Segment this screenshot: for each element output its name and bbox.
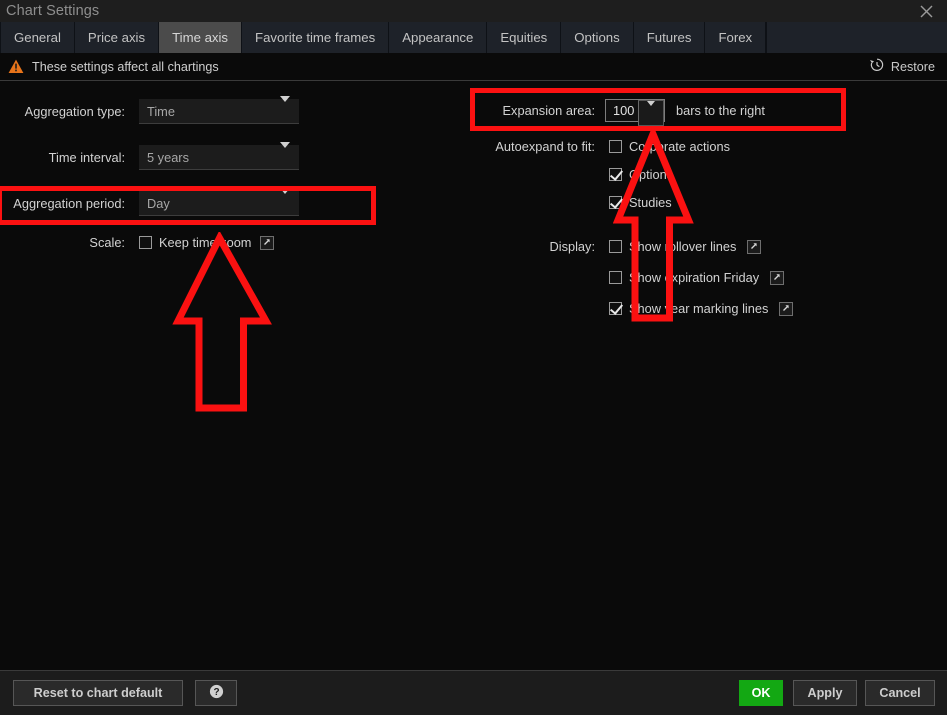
restore-label: Restore	[891, 60, 935, 74]
show-expiration-friday-checkbox[interactable]	[609, 271, 622, 284]
apply-button[interactable]: Apply	[793, 680, 857, 706]
popout-arrow-icon	[262, 234, 272, 252]
dialog-footer: Reset to chart default ? OK Apply Cancel	[0, 670, 947, 715]
show-year-marking-lines-checkbox[interactable]	[609, 302, 622, 315]
keep-time-zoom-popout-button[interactable]	[260, 236, 274, 250]
history-clock-icon	[869, 57, 885, 76]
tab-label: Futures	[647, 30, 692, 45]
popout-arrow-icon	[772, 269, 782, 287]
reset-button-label: Reset to chart default	[34, 686, 163, 700]
chart-settings-dialog: Chart Settings General Price axis Time a…	[0, 0, 947, 715]
chevron-down-icon	[280, 102, 290, 120]
help-button[interactable]: ?	[195, 680, 237, 706]
tab-favorite-time-frames[interactable]: Favorite time frames	[242, 22, 389, 53]
close-button[interactable]	[915, 2, 937, 20]
tab-options[interactable]: Options	[561, 22, 633, 53]
display-label: Display:	[430, 239, 595, 254]
aggregation-period-select[interactable]: Day	[139, 191, 299, 216]
autoexpand-label: Autoexpand to fit:	[430, 139, 595, 154]
time-interval-row: Time interval: 5 years	[0, 145, 310, 170]
tab-label: Options	[574, 30, 619, 45]
aggregation-period-value: Day	[139, 196, 170, 211]
expansion-area-suffix: bars to the right	[676, 103, 765, 118]
show-rollover-lines-checkbox[interactable]	[609, 240, 622, 253]
tab-appearance[interactable]: Appearance	[389, 22, 487, 53]
settings-notice-text: These settings affect all chartings	[32, 60, 219, 74]
autoexpand-options-checkbox[interactable]	[609, 168, 622, 181]
display-row-2: Show expiration Friday	[430, 270, 784, 285]
expansion-area-select[interactable]: 100	[605, 99, 665, 122]
expansion-area-value: 100	[606, 103, 634, 118]
chevron-down-icon	[280, 148, 290, 166]
autoexpand-corporate-actions-checkbox[interactable]	[609, 140, 622, 153]
chevron-down-icon	[280, 194, 290, 212]
ok-button[interactable]: OK	[739, 680, 783, 706]
show-rollover-lines-label: Show rollover lines	[629, 239, 736, 254]
popout-arrow-icon	[781, 300, 791, 318]
autoexpand-corporate-actions-label: Corporate actions	[629, 139, 730, 154]
tab-label: General	[14, 30, 61, 45]
expansion-area-dropdown-button[interactable]	[638, 100, 664, 126]
warning-triangle-icon	[8, 59, 24, 74]
tab-label: Favorite time frames	[255, 30, 375, 45]
cancel-button-label: Cancel	[879, 686, 920, 700]
scale-row: Scale: Keep time zoom	[0, 235, 310, 250]
aggregation-type-value: Time	[139, 104, 175, 119]
aggregation-period-row: Aggregation period: Day	[0, 191, 310, 216]
svg-text:?: ?	[213, 687, 219, 698]
window-title: Chart Settings	[0, 3, 99, 19]
tab-futures[interactable]: Futures	[634, 22, 706, 53]
aggregation-type-label: Aggregation type:	[0, 104, 125, 119]
cancel-button[interactable]: Cancel	[865, 680, 935, 706]
autoexpand-row-3: Studies	[430, 195, 672, 210]
settings-body: Aggregation type: Time Time interval: 5 …	[0, 82, 947, 670]
time-interval-select[interactable]: 5 years	[139, 145, 299, 170]
tab-price-axis[interactable]: Price axis	[75, 22, 159, 53]
chevron-down-icon	[647, 106, 655, 120]
autoexpand-studies-label: Studies	[629, 195, 672, 210]
apply-button-label: Apply	[808, 686, 843, 700]
show-year-marking-lines-popout-button[interactable]	[779, 302, 793, 316]
display-row-1: Display: Show rollover lines	[430, 239, 761, 254]
show-expiration-friday-popout-button[interactable]	[770, 271, 784, 285]
tab-label: Time axis	[172, 30, 228, 45]
show-year-marking-lines-label: Show year marking lines	[629, 301, 768, 316]
autoexpand-row-1: Autoexpand to fit: Corporate actions	[430, 139, 730, 154]
display-row-3: Show year marking lines	[430, 301, 793, 316]
tab-time-axis[interactable]: Time axis	[159, 22, 242, 53]
time-interval-value: 5 years	[139, 150, 189, 165]
show-expiration-friday-label: Show expiration Friday	[629, 270, 759, 285]
tab-label: Price axis	[88, 30, 145, 45]
tab-label: Forex	[718, 30, 752, 45]
question-mark-icon: ?	[209, 684, 224, 702]
autoexpand-studies-checkbox[interactable]	[609, 196, 622, 209]
tab-forex[interactable]: Forex	[705, 22, 766, 53]
reset-to-chart-default-button[interactable]: Reset to chart default	[13, 680, 183, 706]
aggregation-type-row: Aggregation type: Time	[0, 99, 310, 124]
settings-notice-bar: These settings affect all chartings Rest…	[0, 53, 947, 81]
time-interval-label: Time interval:	[0, 150, 125, 165]
restore-button[interactable]: Restore	[869, 53, 935, 80]
title-bar: Chart Settings	[0, 0, 947, 22]
tab-general[interactable]: General	[0, 22, 75, 53]
aggregation-type-select[interactable]: Time	[139, 99, 299, 124]
show-rollover-lines-popout-button[interactable]	[747, 240, 761, 254]
tab-label: Equities	[500, 30, 547, 45]
keep-time-zoom-checkbox[interactable]	[139, 236, 152, 249]
expansion-area-row: Expansion area: 100 bars to the right	[430, 99, 765, 122]
aggregation-period-label: Aggregation period:	[0, 196, 125, 211]
ok-button-label: OK	[752, 686, 771, 700]
scale-label: Scale:	[0, 235, 125, 250]
tab-bar: General Price axis Time axis Favorite ti…	[0, 22, 947, 53]
keep-time-zoom-label: Keep time zoom	[159, 235, 251, 250]
close-icon	[920, 5, 933, 18]
tab-bar-filler	[766, 22, 947, 53]
expansion-area-label: Expansion area:	[430, 103, 595, 118]
autoexpand-options-label: Options	[629, 167, 673, 182]
popout-arrow-icon	[749, 238, 759, 256]
tab-equities[interactable]: Equities	[487, 22, 561, 53]
tab-label: Appearance	[402, 30, 473, 45]
autoexpand-row-2: Options	[430, 167, 673, 182]
